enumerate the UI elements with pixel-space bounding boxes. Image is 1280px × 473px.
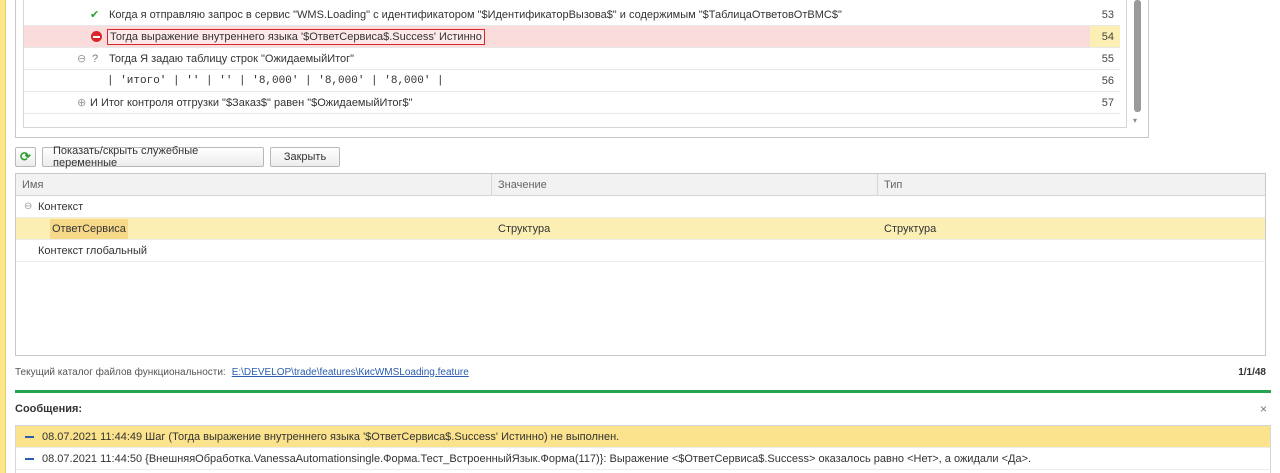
table-row-selected[interactable]: ОтветСервиса Структура Структура <box>16 218 1265 240</box>
scenario-steps-panel: ✔ Когда я отправляю запрос в сервис "WMS… <box>15 0 1149 138</box>
table-row[interactable]: Контекст глобальный <box>16 240 1265 262</box>
step-text: Тогда выражение внутреннего языка '$Отве… <box>107 26 485 47</box>
message-item[interactable]: 08.07.2021 11:44:49 Шаг (Тогда выражение… <box>16 426 1270 448</box>
step-row[interactable]: ⊖ ? Тогда Я задаю таблицу строк "Ожидаем… <box>24 48 1120 70</box>
var-name: ОтветСервиса <box>50 218 128 239</box>
dash-icon <box>25 435 34 438</box>
messages-header: Сообщения: × <box>15 401 1271 417</box>
messages-divider <box>15 390 1271 393</box>
line-number: 53 <box>1101 8 1114 21</box>
stop-icon <box>91 26 102 47</box>
line-number: 57 <box>1101 96 1114 109</box>
line-number: 54 <box>1090 26 1120 47</box>
step-row-table[interactable]: | 'итого' | '' | '' | '8,000' | '8,000' … <box>24 70 1120 92</box>
refresh-button[interactable]: ⟳ <box>15 147 36 167</box>
column-header-name[interactable]: Имя <box>16 174 492 196</box>
scenario-counter: 1/1/48 <box>1238 366 1266 378</box>
steps-list: ✔ Когда я отправляю запрос в сервис "WMS… <box>23 0 1127 128</box>
column-header-type[interactable]: Тип <box>878 174 1265 196</box>
variables-toolbar: ⟳ Показать/скрыть служебные переменные З… <box>15 145 340 169</box>
refresh-icon: ⟳ <box>20 149 31 164</box>
collapse-icon[interactable]: ⊖ <box>77 48 86 69</box>
line-number: 55 <box>1101 52 1114 65</box>
step-text: И Итог контроля отгрузки "$Заказ$" равен… <box>90 96 413 109</box>
messages-title: Сообщения: <box>15 403 83 415</box>
dash-icon <box>25 457 34 460</box>
close-icon[interactable]: × <box>1260 402 1267 416</box>
expand-icon[interactable]: ⊕ <box>77 92 86 113</box>
scroll-thumb[interactable] <box>1134 0 1141 112</box>
message-item[interactable]: 08.07.2021 11:44:50 {ВнешняяОбработка.Va… <box>16 448 1270 470</box>
collapse-icon[interactable]: ⊖ <box>24 196 32 217</box>
failed-step-text: Тогда выражение внутреннего языка '$Отве… <box>107 28 485 45</box>
step-row-failed[interactable]: Тогда выражение внутреннего языка '$Отве… <box>24 26 1120 48</box>
catalog-path-line: Текущий каталог файлов функциональности:… <box>15 365 1266 379</box>
steps-scrollbar[interactable]: ▾ <box>1127 0 1149 128</box>
catalog-label: Текущий каталог файлов функциональности: <box>15 366 226 378</box>
table-header: Имя Значение Тип <box>16 174 1265 196</box>
step-text: Когда я отправляю запрос в сервис "WMS.L… <box>109 8 842 21</box>
message-text: 08.07.2021 11:44:49 Шаг (Тогда выражение… <box>42 430 620 443</box>
check-icon: ✔ <box>90 9 100 21</box>
close-button[interactable]: Закрыть <box>270 147 340 167</box>
step-row[interactable]: ✔ Когда я отправляю запрос в сервис "WMS… <box>24 4 1120 26</box>
messages-list: 08.07.2021 11:44:49 Шаг (Тогда выражение… <box>15 425 1271 473</box>
step-text: Тогда Я задаю таблицу строк "ОжидаемыйИт… <box>109 52 355 65</box>
line-number: 56 <box>1101 74 1114 87</box>
scroll-down-icon[interactable]: ▾ <box>1133 116 1137 125</box>
show-hide-service-vars-button[interactable]: Показать/скрыть служебные переменные <box>42 145 264 169</box>
variables-table: Имя Значение Тип ⊖ Контекст ОтветСервиса… <box>15 173 1266 356</box>
message-text: 08.07.2021 11:44:50 {ВнешняяОбработка.Va… <box>42 452 1032 465</box>
var-value: Структура <box>498 222 551 235</box>
question-icon: ? <box>92 52 99 65</box>
var-name: Контекст <box>38 200 84 213</box>
var-type: Структура <box>884 222 937 235</box>
left-accent-stripe <box>0 0 6 473</box>
table-row-text: | 'итого' | '' | '' | '8,000' | '8,000' … <box>107 74 444 87</box>
catalog-path-link[interactable]: E:\DEVELOP\trade\features\КисWMSLoading.… <box>232 367 469 378</box>
var-name: Контекст глобальный <box>38 244 148 257</box>
column-header-value[interactable]: Значение <box>492 174 878 196</box>
table-row[interactable]: ⊖ Контекст <box>16 196 1265 218</box>
step-row[interactable]: ⊕ И Итог контроля отгрузки "$Заказ$" рав… <box>24 92 1120 114</box>
